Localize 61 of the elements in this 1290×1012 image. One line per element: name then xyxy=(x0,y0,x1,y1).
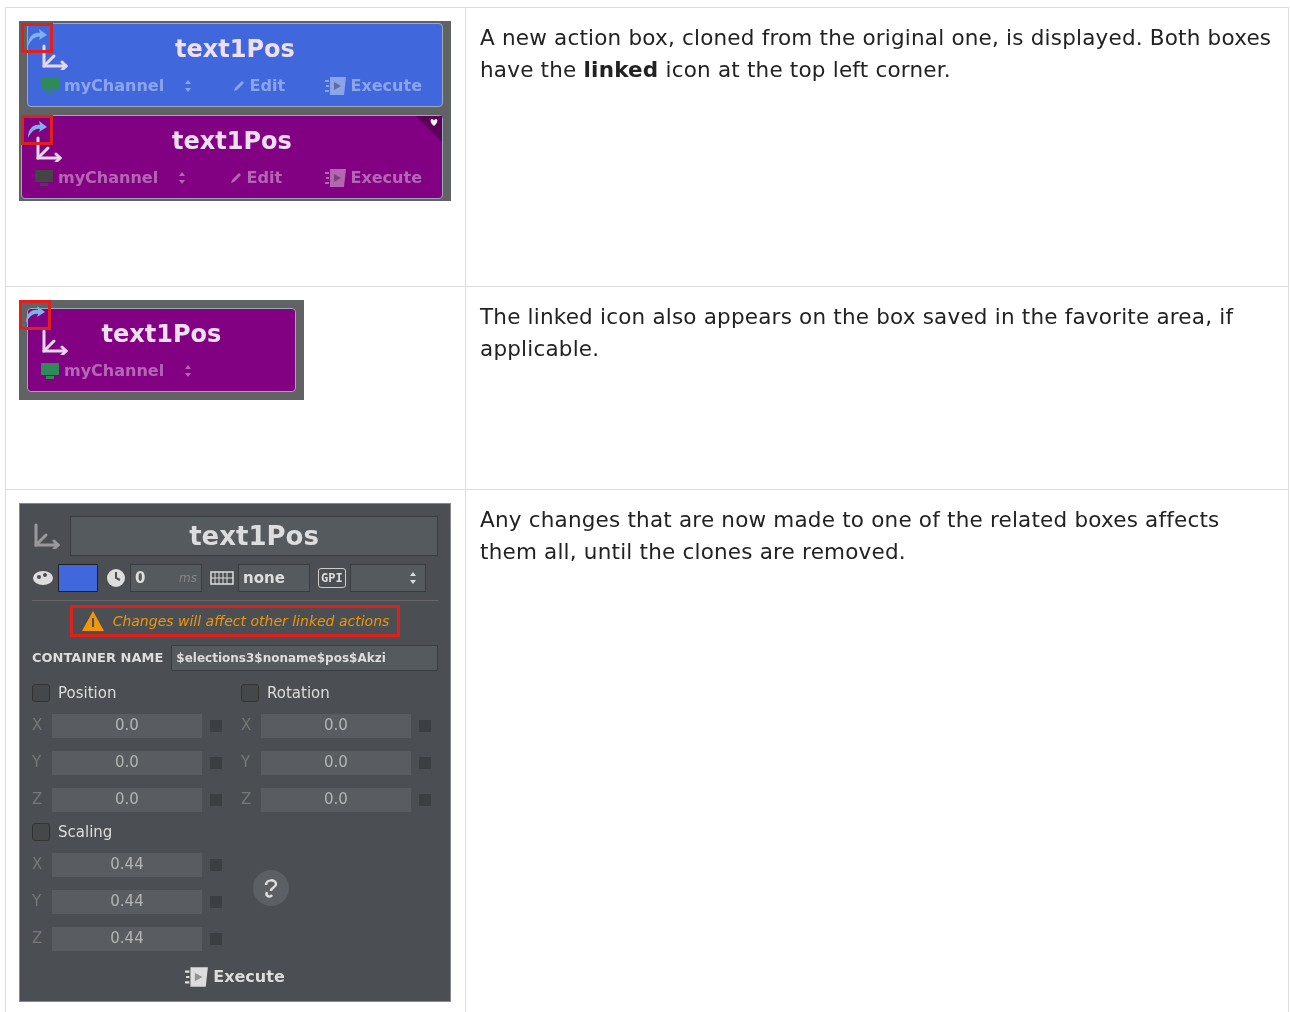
group-label: Position xyxy=(58,682,117,704)
description-text: The linked icon also appears on the box saved in the favorite area, if applicable. xyxy=(480,303,1235,363)
palette-icon xyxy=(32,569,54,587)
pencil-icon xyxy=(231,79,246,93)
container-name-label: CONTAINER NAME xyxy=(32,649,164,668)
group-label: Rotation xyxy=(267,682,330,704)
execute-icon xyxy=(185,965,210,989)
keyboard-icon xyxy=(210,570,234,586)
sort-icon xyxy=(178,171,187,185)
description-text: Any changes that are now made to one of the related boxes affects them all, until the clones are removed. xyxy=(480,506,1221,566)
axes-icon xyxy=(34,136,64,162)
execute-icon xyxy=(324,75,347,97)
checkbox[interactable] xyxy=(32,684,50,702)
action-title: text1Pos xyxy=(174,34,296,65)
gpi-label: GPI xyxy=(318,568,346,588)
axes-icon xyxy=(40,44,70,70)
container-name-field[interactable]: $elections3$noname$pos$Akzi xyxy=(171,645,438,671)
action-box[interactable]: text1Pos myChannel xyxy=(27,308,296,392)
action-box[interactable]: text1Pos myChannel Edit Execute xyxy=(21,115,443,199)
execute-label[interactable]: Execute xyxy=(213,965,285,989)
value-field[interactable]: 0.0 xyxy=(52,787,202,812)
monitor-icon xyxy=(34,169,54,187)
value-field[interactable]: 0.44 xyxy=(52,889,202,914)
execute-icon xyxy=(324,167,347,189)
gpi-dropdown[interactable] xyxy=(349,564,426,592)
description-text: A new action box, cloned from the original one, is displayed. Both boxes have the linked icon at the top left corner. xyxy=(480,24,1273,84)
value-field[interactable]: 0.0 xyxy=(261,750,411,775)
warning-icon xyxy=(80,610,105,632)
monitor-icon xyxy=(40,362,60,380)
checkbox[interactable] xyxy=(241,684,259,702)
edit-label[interactable]: Edit xyxy=(249,74,286,98)
title-field[interactable]: text1Pos xyxy=(70,516,438,556)
action-title: text1Pos xyxy=(171,126,293,157)
execute-label[interactable]: Execute xyxy=(350,166,422,190)
value-field[interactable]: 0.0 xyxy=(52,750,202,775)
monitor-icon xyxy=(40,77,60,95)
action-box[interactable]: text1Pos myChannel Edit Execute xyxy=(27,23,443,107)
action-title: text1Pos xyxy=(100,319,223,350)
sort-icon xyxy=(184,79,193,93)
sort-icon xyxy=(184,364,193,378)
value-field[interactable]: 0.44 xyxy=(52,926,202,951)
value-field[interactable]: 0.44 xyxy=(52,852,202,877)
checkbox[interactable] xyxy=(32,823,50,841)
value-field[interactable]: 0.0 xyxy=(52,713,202,738)
channel-label: myChannel xyxy=(58,167,159,189)
channel-label: myChannel xyxy=(64,75,165,97)
channel-label: myChannel xyxy=(64,360,165,382)
warning-message: Changes will affect other linked actions xyxy=(112,611,390,631)
edit-label[interactable]: Edit xyxy=(246,166,283,190)
axes-icon xyxy=(32,523,62,549)
execute-label[interactable]: Execute xyxy=(350,74,422,98)
value-field[interactable]: 0.0 xyxy=(261,713,411,738)
axes-icon xyxy=(40,329,70,355)
favorite-corner-icon xyxy=(416,116,442,142)
pencil-icon xyxy=(228,171,243,185)
clock-icon xyxy=(106,568,126,588)
color-swatch[interactable] xyxy=(58,564,98,592)
key-field[interactable]: none xyxy=(238,564,310,592)
group-label: Scaling xyxy=(58,821,113,843)
value-field[interactable]: 0.0 xyxy=(261,787,411,812)
sort-icon xyxy=(408,571,417,585)
